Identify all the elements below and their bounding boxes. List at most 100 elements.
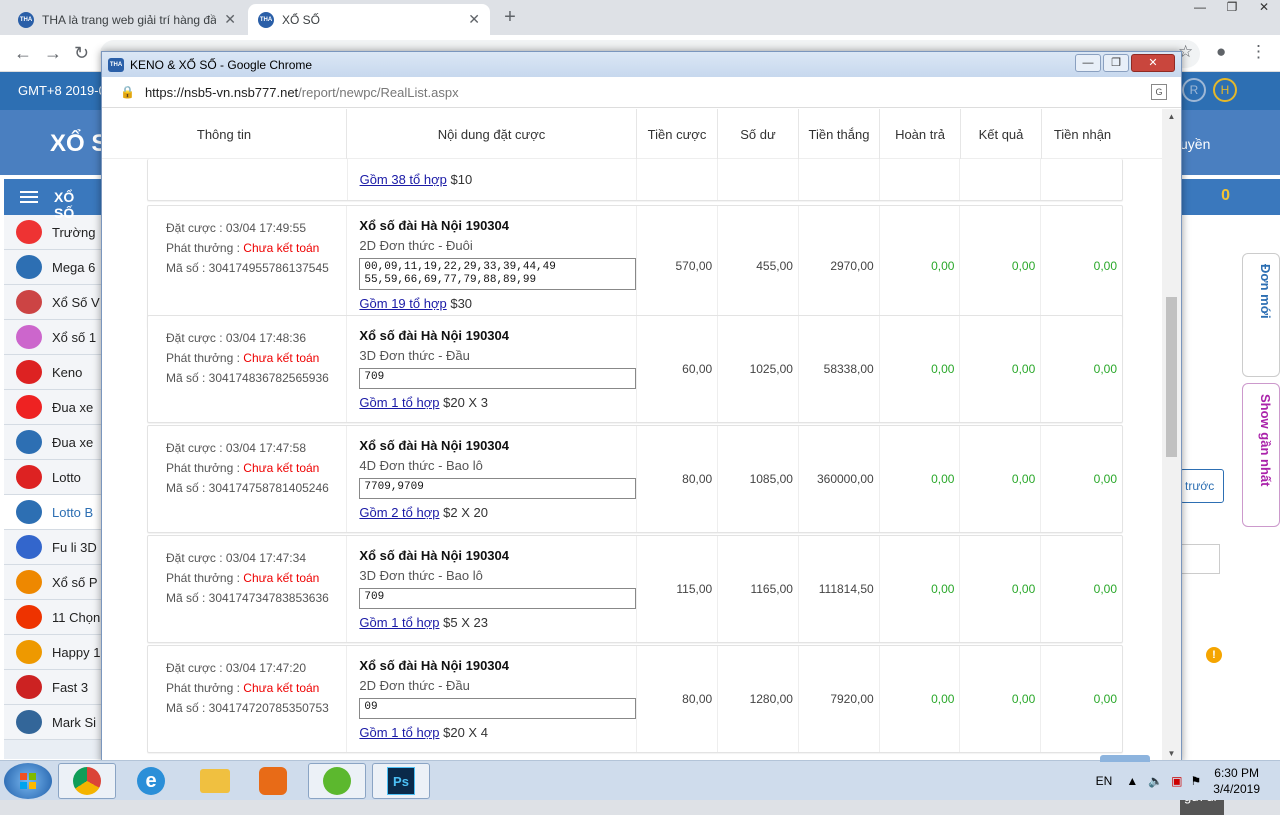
start-button[interactable] — [4, 763, 52, 799]
combo-extra: $30 — [450, 296, 473, 311]
bet-info: Đặt cược : 03/04 17:47:20 Phát thưởng : C… — [148, 646, 348, 752]
media-player-icon — [259, 767, 287, 795]
clock-time: 6:30 PM — [1214, 766, 1259, 780]
bet-content: Xổ số đài Hà Nội 190304 3D Đơn thức - Đầu… — [347, 316, 638, 422]
scroll-thumb[interactable] — [1166, 297, 1177, 457]
bet-time: Đặt cược : 03/04 17:47:34 — [166, 551, 306, 565]
forward-icon[interactable]: → — [44, 43, 62, 64]
close-tab-icon[interactable]: ✕ — [468, 11, 480, 28]
lottery-item[interactable]: Mega 6 — [4, 250, 104, 285]
media-taskbar-item[interactable] — [244, 763, 302, 799]
bet-row: Đặt cược : 03/04 17:47:20 Phát thưởng : C… — [147, 645, 1123, 753]
r-icon[interactable]: R — [1182, 78, 1206, 102]
numbers-box: 709 — [359, 368, 637, 389]
lottery-item[interactable]: Đua xe — [4, 390, 104, 425]
combo-link[interactable]: Gồm 1 tổ hợp — [359, 725, 439, 740]
popup-scrollbar[interactable]: ▲ ▼ — [1162, 109, 1181, 762]
profile-icon[interactable]: ● — [1216, 42, 1226, 62]
volume-icon[interactable]: 🔈 — [1148, 774, 1163, 788]
bet-id: Mã số : 304174836782565936 — [166, 371, 329, 385]
combo-link[interactable]: Gồm 2 tổ hợp — [359, 505, 439, 520]
lottery-item[interactable]: Lotto B — [4, 495, 104, 530]
popup-minimize-icon[interactable]: — — [1075, 54, 1101, 72]
app-taskbar-item[interactable] — [308, 763, 366, 799]
green-app-icon — [323, 767, 351, 795]
popup-maximize-icon[interactable]: ❐ — [1103, 54, 1129, 72]
bet-icon — [16, 255, 42, 279]
scroll-to-top-button[interactable] — [1100, 755, 1150, 762]
chrome-taskbar-item[interactable] — [58, 763, 116, 799]
photoshop-taskbar-item[interactable]: Ps — [372, 763, 430, 799]
scroll-up-icon[interactable]: ▲ — [1162, 109, 1181, 125]
lottery-item[interactable]: Mark Si — [4, 705, 104, 740]
popup-close-icon[interactable]: ✕ — [1131, 54, 1175, 72]
lottery-item[interactable]: Xổ Số V — [4, 285, 104, 320]
bet-amount: 80,00 — [637, 426, 719, 532]
lottery-item[interactable]: 11 Chọn — [4, 600, 104, 635]
bet-info: Đặt cược : 03/04 17:49:55 Phát thưởng : C… — [148, 206, 348, 326]
lottery-item[interactable]: Keno — [4, 355, 104, 390]
popup-address-bar[interactable]: 🔒 https://nsb5-vn.nsb777.net/report/newp… — [102, 77, 1181, 108]
new-order-tab[interactable]: Đơn mới — [1242, 253, 1280, 377]
bet-icon — [16, 430, 42, 454]
tha-favicon-icon: THA — [18, 11, 34, 28]
popup-titlebar: THA KENO & XỔ SỐ - Google Chrome — ❐ ✕ — [102, 52, 1181, 77]
new-tab-icon[interactable]: + — [498, 7, 522, 28]
report-body: Thông tin Nội dung đặt cược Tiền cược Số dư… — [102, 109, 1162, 762]
tab-title: XỔ SỐ — [282, 12, 321, 27]
back-icon[interactable]: ← — [14, 43, 32, 64]
lottery-item[interactable]: Fast 3 — [4, 670, 104, 705]
column-header: Tiền thắng — [799, 109, 880, 159]
bet-id: Mã số : 304174720785350753 — [166, 701, 329, 715]
lottery-item[interactable]: Đua xe — [4, 425, 104, 460]
popup-title: KENO & XỔ SỐ - Google Chrome — [130, 57, 313, 72]
menu-icon[interactable]: ⋮ — [1250, 42, 1267, 62]
language-indicator[interactable]: EN — [1096, 774, 1113, 788]
numbers-box: 09 — [359, 698, 637, 719]
tray-arrow-icon[interactable]: ▲ — [1126, 774, 1138, 788]
site-title: XỔ S — [50, 130, 108, 157]
lottery-item-label: Đua xe — [52, 399, 94, 415]
combo-link[interactable]: Gồm 1 tổ hợp — [359, 395, 439, 410]
reload-icon[interactable]: ↻ — [74, 43, 89, 64]
browser-tab-2[interactable]: THA XỔ SỐ ✕ — [248, 4, 490, 35]
lottery-item[interactable]: Happy 1 — [4, 635, 104, 670]
lottery-menu-header[interactable]: XỔ SỐ — [4, 179, 104, 221]
transfer-link[interactable]: uyền — [1180, 136, 1210, 152]
bet-amount: 80,00 — [637, 646, 719, 752]
combo-link[interactable]: Gồm 1 tổ hợp — [359, 615, 439, 630]
close-tab-icon[interactable]: ✕ — [224, 11, 236, 28]
maximize-icon[interactable]: ❐ — [1216, 0, 1248, 18]
prev-button[interactable]: trước — [1180, 469, 1224, 503]
explorer-taskbar-item[interactable] — [186, 763, 244, 799]
network-icon[interactable]: ▣ — [1171, 774, 1182, 788]
side-input[interactable] — [1180, 544, 1220, 574]
combo-link[interactable]: Gồm 38 tổ hợp — [360, 172, 447, 187]
translate-icon[interactable]: G — [1151, 84, 1167, 100]
column-header: Thông tin — [102, 109, 347, 159]
close-icon[interactable]: ✕ — [1248, 0, 1280, 18]
numbers-box: 7709,9709 — [359, 478, 637, 499]
status-badge: Chưa kết toán — [243, 351, 320, 365]
lottery-item-label: Xổ số 1 — [52, 329, 97, 345]
win-amount: 111814,50 — [799, 536, 880, 642]
action-center-icon[interactable]: ⚑ — [1191, 774, 1202, 788]
lottery-item[interactable]: Xổ số P — [4, 565, 104, 600]
recent-show-tab[interactable]: Show gần nhất — [1242, 383, 1280, 527]
lottery-item[interactable]: Xổ số 1 — [4, 320, 104, 355]
browser-tab-1[interactable]: THA THA là trang web giải trí hàng đầ ✕ — [8, 4, 246, 35]
lottery-item[interactable]: Fu li 3D — [4, 530, 104, 565]
lottery-item[interactable]: Lotto — [4, 460, 104, 495]
clock[interactable]: 6:30 PM 3/4/2019 — [1213, 765, 1260, 797]
warning-icon[interactable]: ! — [1206, 647, 1222, 663]
h-icon[interactable]: H — [1213, 78, 1237, 102]
refund-amount: 0,00 — [880, 316, 961, 422]
bet-id: Mã số : 304174734783853636 — [166, 591, 329, 605]
column-header: Tiền nhận — [1053, 126, 1112, 142]
numbers-box: 709 — [359, 588, 637, 609]
tha-favicon-icon: THA — [108, 57, 124, 72]
minimize-icon[interactable]: — — [1184, 0, 1216, 18]
combo-link[interactable]: Gồm 19 tổ hợp — [359, 296, 446, 311]
column-header: Nội dung đặt cược — [347, 109, 637, 159]
ie-taskbar-item[interactable]: e — [122, 763, 180, 799]
